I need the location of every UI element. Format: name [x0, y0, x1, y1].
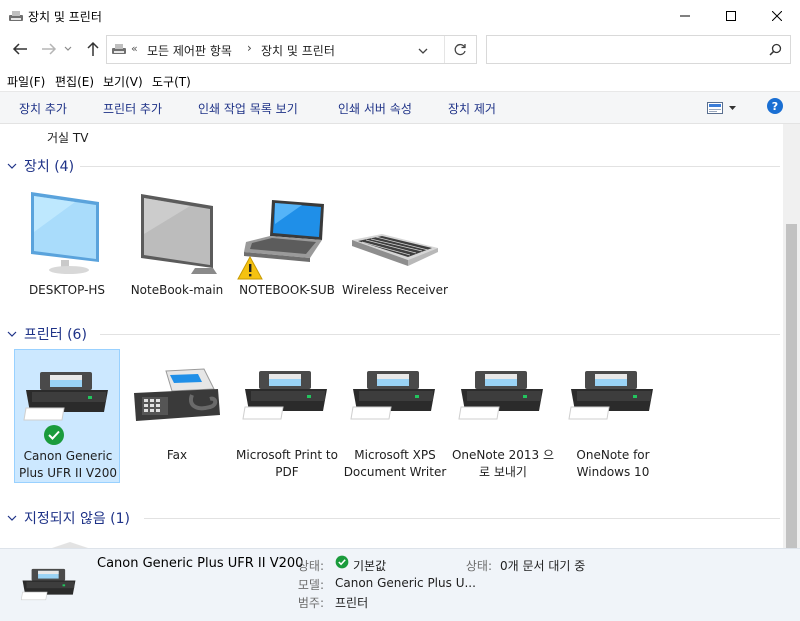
group-divider — [100, 334, 780, 335]
title-bar: 장치 및 프린터 — [0, 0, 800, 32]
scrollbar-thumb[interactable] — [786, 224, 797, 548]
printer-label: Microsoft XPS Document Writer — [343, 448, 447, 479]
printer-icon — [568, 371, 653, 420]
remove-device-button[interactable]: 장치 제거 — [448, 100, 496, 117]
group-header-printers[interactable]: 프린터 (6) — [6, 324, 780, 344]
group-divider — [144, 518, 780, 519]
forward-button[interactable] — [38, 38, 60, 60]
chevron-down-icon[interactable] — [6, 512, 18, 524]
print-server-properties-button[interactable]: 인쇄 서버 속성 — [338, 100, 412, 117]
warning-icon — [237, 256, 263, 280]
command-bar: 장치 추가 프린터 추가 인쇄 작업 목록 보기 인쇄 서버 속성 장치 제거 … — [0, 91, 800, 124]
device-label: NoteBook-main — [130, 283, 224, 297]
printer-item-print-to-pdf[interactable]: Microsoft Print to PDF — [234, 349, 340, 483]
printer-icon — [20, 568, 76, 601]
group-header-unspecified[interactable]: 지정되지 않음 (1) — [6, 508, 780, 528]
help-icon[interactable]: ? — [767, 98, 783, 114]
printer-label: OneNote 2013 으로 보내기 — [451, 448, 555, 479]
printer-icon — [242, 371, 327, 420]
details-category-value: 프린터 — [335, 596, 369, 610]
device-item-desktop-hs[interactable]: DESKTOP-HS — [14, 184, 120, 304]
navigation-bar: « 모든 제어판 항목 › 장치 및 프린터 — [0, 32, 800, 68]
printer-icon — [350, 371, 435, 420]
chevron-down-icon[interactable] — [6, 160, 18, 172]
maximize-button[interactable] — [708, 0, 754, 32]
device-item-wireless-receiver[interactable]: Wireless Receiver — [342, 184, 448, 320]
devices-printers-icon — [8, 9, 24, 26]
search-icon[interactable] — [769, 43, 782, 59]
menu-edit[interactable]: 편집(E) — [55, 73, 94, 90]
details-queue-label: 상태: — [465, 559, 492, 573]
printer-item-xps-writer[interactable]: Microsoft XPS Document Writer — [342, 349, 448, 499]
default-check-icon — [44, 425, 64, 445]
details-queue-value: 0개 문서 대기 중 — [500, 559, 586, 573]
default-check-icon — [335, 555, 349, 569]
devices-printers-icon — [111, 43, 127, 59]
chevron-down-icon[interactable] — [6, 328, 18, 340]
device-item-notebook-main[interactable]: NoteBook-main — [124, 184, 230, 304]
details-model-value: Canon Generic Plus U... — [335, 576, 476, 590]
refresh-icon[interactable] — [450, 41, 470, 59]
printer-item-onenote-2013[interactable]: OneNote 2013 으로 보내기 — [450, 349, 556, 483]
details-device-name: Canon Generic Plus UFR II V200 — [97, 556, 304, 571]
group-title: 프린터 (6) — [24, 327, 87, 343]
breadcrumb-devices-printers[interactable]: 장치 및 프린터 — [261, 42, 335, 59]
device-label: NOTEBOOK-SUB — [239, 283, 335, 297]
device-list: 거실 TV 장치 (4) DESKTOP-HS NoteBook-main NO… — [0, 124, 783, 548]
add-printer-button[interactable]: 프린터 추가 — [103, 100, 162, 117]
vertical-scrollbar[interactable] — [783, 124, 800, 548]
details-status-value: 기본값 — [353, 559, 387, 573]
menu-bar: 파일(F) 편집(E) 보기(V) 도구(T) — [0, 70, 800, 91]
printer-label: Canon Generic Plus UFR II V200 — [18, 449, 118, 480]
unspecified-device-icon — [52, 542, 88, 548]
details-model-label: 모델: — [297, 578, 324, 592]
details-pane: Canon Generic Plus UFR II V200 상태: 기본값 모… — [0, 548, 800, 621]
fax-icon — [134, 368, 220, 421]
chevron-down-icon — [729, 105, 736, 110]
printer-label: OneNote for Windows 10 — [576, 448, 650, 479]
breadcrumb-all-control-panel[interactable]: 모든 제어판 항목 — [147, 42, 232, 59]
group-title: 지정되지 않음 (1) — [24, 511, 131, 527]
printer-item-onenote-win10[interactable]: OneNote for Windows 10 — [560, 349, 666, 483]
monitor-icon — [141, 194, 217, 274]
group-divider — [80, 166, 780, 167]
recent-locations-button[interactable] — [62, 38, 74, 60]
search-input[interactable] — [486, 35, 791, 64]
view-icon — [707, 102, 723, 114]
breadcrumb-separator[interactable]: › — [247, 41, 252, 55]
chevron-down-icon[interactable] — [418, 44, 428, 58]
see-print-queue-button[interactable]: 인쇄 작업 목록 보기 — [198, 100, 298, 117]
divider — [444, 36, 445, 63]
printer-item-canon[interactable]: Canon Generic Plus UFR II V200 — [14, 349, 120, 483]
printer-label: Fax — [166, 448, 188, 462]
group-title: 장치 (4) — [24, 159, 75, 175]
printer-icon — [458, 371, 543, 420]
printer-item-fax[interactable]: Fax — [124, 349, 230, 483]
device-item-notebook-sub[interactable]: NOTEBOOK-SUB — [234, 184, 340, 304]
device-label: Wireless Receiver — [342, 283, 448, 297]
printer-label: Microsoft Print to PDF — [236, 448, 338, 479]
back-button[interactable] — [9, 38, 31, 60]
menu-view[interactable]: 보기(V) — [103, 73, 143, 90]
address-bar[interactable]: « 모든 제어판 항목 › 장치 및 프린터 — [106, 35, 477, 64]
menu-file[interactable]: 파일(F) — [7, 73, 45, 90]
change-view-button[interactable] — [707, 102, 736, 114]
monitor-icon — [31, 192, 99, 274]
add-device-button[interactable]: 장치 추가 — [19, 100, 67, 117]
printer-icon — [23, 372, 108, 421]
up-button[interactable] — [82, 38, 104, 60]
details-status-label: 상태: — [297, 559, 324, 573]
overflow-chevron[interactable]: « — [131, 42, 138, 55]
group-header-devices[interactable]: 장치 (4) — [6, 156, 780, 176]
item-label-partial[interactable]: 거실 TV — [47, 129, 88, 146]
close-button[interactable] — [754, 0, 800, 32]
device-label: DESKTOP-HS — [28, 283, 106, 297]
window-title: 장치 및 프린터 — [28, 10, 102, 24]
keyboard-icon — [352, 234, 438, 266]
minimize-button[interactable] — [662, 0, 708, 32]
details-category-label: 범주: — [297, 596, 324, 610]
menu-tools[interactable]: 도구(T) — [152, 73, 191, 90]
